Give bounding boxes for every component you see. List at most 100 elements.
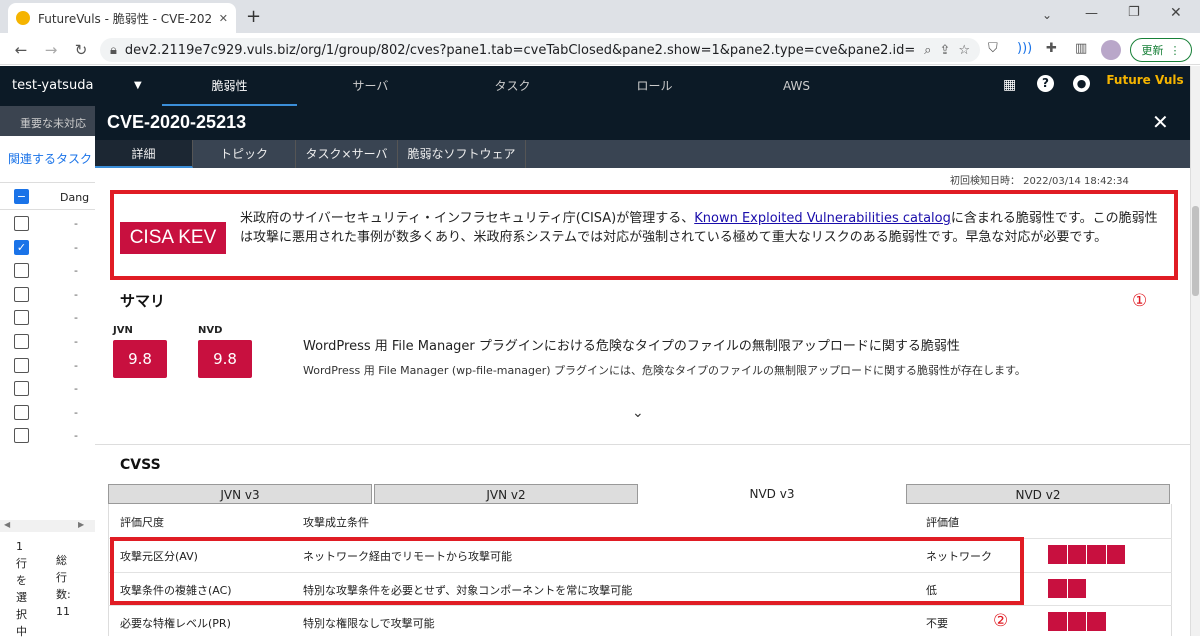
row-checkbox[interactable]: ✓ [14, 239, 29, 255]
severity-bar-segment [1048, 545, 1068, 564]
row-checkbox[interactable] [14, 357, 29, 373]
selected-count: 1 行を選択中 [16, 538, 28, 640]
menu-dots-icon: ⋮ [1169, 43, 1181, 57]
severity-bar-segment [1067, 545, 1087, 564]
minimize-icon[interactable]: — [1085, 6, 1098, 21]
row-checkbox[interactable] [14, 286, 29, 302]
kev-catalog-link[interactable]: Known Exploited Vulnerabilities catalog [694, 211, 951, 226]
tab-search-icon[interactable]: ⌄ [1042, 8, 1052, 22]
footer-char: 択 [16, 608, 27, 621]
jvn-score-badge: 9.8 [113, 340, 167, 378]
grid-icon[interactable]: ▦ [1003, 77, 1016, 93]
page-scrollbar[interactable] [1190, 66, 1200, 636]
subtab-details[interactable]: 詳細 [95, 140, 193, 168]
select-all-checkbox[interactable]: − [14, 189, 29, 204]
back-icon[interactable]: ← [12, 41, 30, 59]
cvss-condition-cell: 特別な権限なしで攻撃可能 [303, 617, 435, 630]
forward-icon[interactable]: → [42, 41, 60, 59]
row-danger-cell: - [74, 429, 78, 443]
severity-bar-segment [1106, 545, 1126, 564]
cvss-tab-nvd-v3[interactable]: NVD v3 [640, 484, 904, 504]
wireless-extension-icon[interactable]: ))) [1017, 41, 1032, 56]
futurevuls-favicon-icon [16, 11, 30, 25]
background-table-header: − Dang [0, 182, 95, 210]
browser-tab-strip: FutureVuls - 脆弱性 - CVE-2020-2 ✕ + ⌄ — ❐ … [0, 0, 1200, 33]
address-bar[interactable]: 🔒︎ dev2.2119e7c929.vuls.biz/org/1/group/… [100, 38, 980, 62]
row-danger-cell: - [74, 311, 78, 325]
cisa-kev-description: 米政府のサイバーセキュリティ・インフラセキュリティ庁(CISA)が管理する、Kn… [240, 209, 1160, 247]
cvss-tab-jvn-v2[interactable]: JVN v2 [374, 484, 638, 504]
extensions-puzzle-icon[interactable]: ✚ [1046, 41, 1057, 56]
annotation-marker-1: ① [1132, 291, 1148, 311]
row-danger-cell: - [74, 358, 78, 372]
update-label: 更新 [1141, 44, 1164, 57]
side-panel-icon[interactable]: ▥ [1075, 41, 1087, 56]
cvss-tab-nvd-v2[interactable]: NVD v2 [906, 484, 1170, 504]
url-text[interactable]: dev2.2119e7c929.vuls.biz/org/1/group/802… [125, 43, 916, 58]
row-checkbox[interactable] [14, 428, 29, 444]
nav-tab-servers[interactable]: サーバ [303, 66, 438, 106]
header-condition: 攻撃成立条件 [303, 516, 369, 529]
scrollbar-thumb[interactable] [1192, 206, 1199, 296]
futurevuls-logo: Future Vuls [1106, 73, 1184, 87]
nav-tab-vulnerabilities[interactable]: 脆弱性 [162, 66, 297, 106]
shield-extension-icon[interactable]: ⛉ [988, 41, 998, 56]
header-value: 評価値 [926, 516, 959, 529]
row-danger-cell: - [74, 217, 78, 230]
browser-tab[interactable]: FutureVuls - 脆弱性 - CVE-2020-2 ✕ [8, 3, 236, 33]
row-danger-cell: - [74, 405, 78, 419]
tenant-name[interactable]: test-yatsuda [12, 78, 93, 93]
lock-icon: 🔒︎ [110, 42, 117, 58]
cvss-value-cell: 不要 [926, 617, 948, 630]
subtab-task-server[interactable]: タスク×サーバ [296, 140, 398, 168]
share-icon[interactable]: ⇪ [939, 43, 950, 58]
app-nav-bar: test-yatsuda ▼ 脆弱性 サーバ タスク ロール AWS ▦ ? ●… [0, 66, 1190, 106]
footer-char: 中 [16, 625, 27, 638]
browser-tab-title: FutureVuls - 脆弱性 - CVE-2020-2 [38, 11, 211, 26]
related-tasks-link[interactable]: 関連するタスク [8, 150, 94, 167]
footer-char: 行 [16, 557, 27, 570]
row-checkbox[interactable] [14, 310, 29, 326]
severity-bar-segment [1087, 612, 1107, 631]
severity-bar-segment [1067, 579, 1087, 598]
subtab-topics[interactable]: トピック [193, 140, 296, 168]
nav-tab-aws[interactable]: AWS [729, 66, 864, 106]
account-icon[interactable]: ● [1073, 75, 1090, 92]
footer-char: を [16, 574, 27, 587]
cisa-kev-badge: CISA KEV [120, 222, 226, 254]
severity-bar-segment [1048, 612, 1068, 631]
table-divider [108, 605, 1172, 606]
row-checkbox[interactable] [14, 216, 29, 231]
profile-avatar[interactable] [1101, 40, 1121, 60]
row-checkbox[interactable] [14, 404, 29, 420]
cvss-tab-jvn-v3[interactable]: JVN v3 [108, 484, 372, 504]
window-close-icon[interactable]: ✕ [1170, 5, 1182, 21]
jvn-label: JVN [113, 325, 133, 336]
row-danger-cell: - [74, 382, 78, 396]
expand-chevron-icon[interactable]: ⌄ [632, 405, 644, 421]
reload-icon[interactable]: ↻ [72, 41, 90, 59]
cve-title: CVE-2020-25213 [107, 112, 247, 132]
subtab-vulnerable-software[interactable]: 脆弱なソフトウェア [398, 140, 526, 168]
help-icon[interactable]: ? [1037, 75, 1054, 92]
nav-tab-tasks[interactable]: タスク [445, 66, 580, 106]
close-modal-icon[interactable]: ✕ [1152, 110, 1169, 134]
new-tab-icon[interactable]: + [246, 6, 261, 27]
row-checkbox[interactable] [14, 381, 29, 397]
total-count: 総行数: 11 [56, 552, 76, 620]
restore-icon[interactable]: ❐ [1128, 5, 1140, 20]
column-header-danger[interactable]: Dang [60, 191, 89, 204]
bookmark-star-icon[interactable]: ☆ [958, 43, 970, 58]
background-hscroll[interactable]: ◀ ▶ [0, 520, 95, 532]
zoom-icon[interactable]: ⌕ [924, 43, 931, 58]
tenant-dropdown-icon[interactable]: ▼ [134, 80, 142, 91]
close-tab-icon[interactable]: ✕ [219, 12, 228, 25]
row-danger-cell: - [74, 287, 78, 301]
cvss-metric-cell: 必要な特権レベル(PR) [120, 617, 231, 630]
kev-text-before: 米政府のサイバーセキュリティ・インフラセキュリティ庁(CISA)が管理する、 [240, 211, 695, 226]
row-checkbox[interactable] [14, 334, 29, 349]
row-checkbox[interactable] [14, 263, 29, 279]
nvd-score-badge: 9.8 [198, 340, 252, 378]
nav-tab-roles[interactable]: ロール [587, 66, 722, 106]
update-button[interactable]: 更新 ⋮ [1130, 38, 1192, 62]
